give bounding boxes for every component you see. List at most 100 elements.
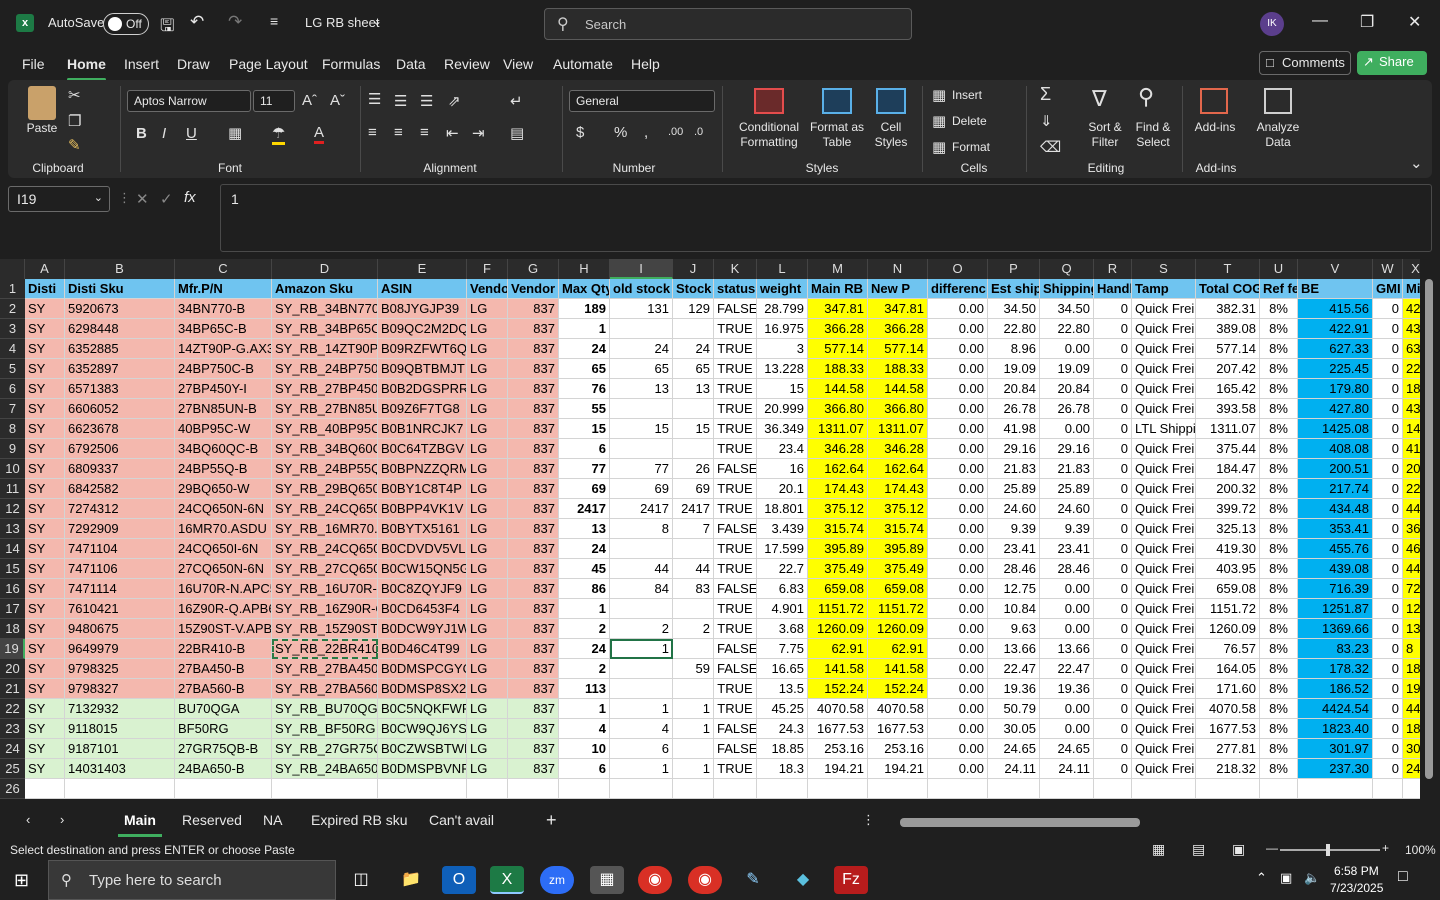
cell-b24[interactable]: 9187101 xyxy=(65,739,175,759)
cell-o20[interactable]: 0.00 xyxy=(928,659,988,679)
cell-o9[interactable]: 0.00 xyxy=(928,439,988,459)
cell-x2[interactable]: 42 xyxy=(1403,299,1420,319)
cell-s19[interactable]: Quick Frei xyxy=(1132,639,1196,659)
cell-s6[interactable]: Quick Frei xyxy=(1132,379,1196,399)
cell-x4[interactable]: 63 xyxy=(1403,339,1420,359)
cell-x6[interactable]: 18 xyxy=(1403,379,1420,399)
cell-d16[interactable]: SY_RB_16U70R-N xyxy=(272,579,378,599)
cell-q1[interactable]: Shipping xyxy=(1040,279,1094,299)
cell-u11[interactable]: 8% xyxy=(1260,479,1298,499)
row-header-4[interactable]: 4 xyxy=(0,339,25,359)
cell-o12[interactable]: 0.00 xyxy=(928,499,988,519)
cell-c6[interactable]: 27BP450Y-I xyxy=(175,379,272,399)
cell-k7[interactable]: TRUE xyxy=(714,399,757,419)
cell-x12[interactable]: 44 xyxy=(1403,499,1420,519)
cell-l16[interactable]: 6.83 xyxy=(757,579,808,599)
cell-k6[interactable]: TRUE xyxy=(714,379,757,399)
orientation-icon[interactable]: ⇗ xyxy=(448,92,461,110)
cell-l24[interactable]: 18.85 xyxy=(757,739,808,759)
format-cells-icon[interactable]: ▦ xyxy=(932,138,946,156)
cell-l12[interactable]: 18.801 xyxy=(757,499,808,519)
fill-icon[interactable]: ⇓ xyxy=(1040,112,1053,130)
document-title[interactable]: LG RB sheet xyxy=(305,15,379,30)
cell-t12[interactable]: 399.72 xyxy=(1196,499,1260,519)
menu-formulas[interactable]: Formulas xyxy=(322,56,380,72)
cell-j3[interactable] xyxy=(673,319,714,339)
cell-r16[interactable]: 0 xyxy=(1094,579,1132,599)
cell-n14[interactable]: 395.89 xyxy=(868,539,928,559)
row-header-14[interactable]: 14 xyxy=(0,539,25,559)
number-format-dropdown[interactable]: General xyxy=(569,90,715,112)
cell-g9[interactable]: 837 xyxy=(508,439,559,459)
column-header-r[interactable]: R xyxy=(1094,259,1132,279)
cell-l20[interactable]: 16.65 xyxy=(757,659,808,679)
cell-r5[interactable]: 0 xyxy=(1094,359,1132,379)
cell-q15[interactable]: 28.46 xyxy=(1040,559,1094,579)
cell-f5[interactable]: LG xyxy=(467,359,508,379)
cell-r11[interactable]: 0 xyxy=(1094,479,1132,499)
cell-a15[interactable]: SY xyxy=(25,559,65,579)
cell-styles-button[interactable]: Cell Styles xyxy=(866,120,916,150)
cell-k19[interactable]: FALSE xyxy=(714,639,757,659)
cell-w26[interactable] xyxy=(1373,779,1403,799)
cell-f14[interactable]: LG xyxy=(467,539,508,559)
cell-w11[interactable]: 0 xyxy=(1373,479,1403,499)
conditional-formatting-icon[interactable] xyxy=(754,88,784,114)
confirm-entry-icon[interactable]: ✓ xyxy=(160,190,173,208)
cell-n19[interactable]: 62.91 xyxy=(868,639,928,659)
cell-v4[interactable]: 627.33 xyxy=(1298,339,1373,359)
notes-app-icon[interactable]: ✎ xyxy=(736,866,770,894)
cell-c5[interactable]: 24BP750C-B xyxy=(175,359,272,379)
cell-b12[interactable]: 7274312 xyxy=(65,499,175,519)
cell-a24[interactable]: SY xyxy=(25,739,65,759)
add-ins-icon[interactable] xyxy=(1200,88,1228,114)
cell-j7[interactable] xyxy=(673,399,714,419)
select-all-corner[interactable] xyxy=(0,259,25,279)
cell-s21[interactable]: Quick Frei xyxy=(1132,679,1196,699)
cell-x10[interactable]: 20 xyxy=(1403,459,1420,479)
cell-p13[interactable]: 9.39 xyxy=(988,519,1040,539)
cell-i8[interactable]: 15 xyxy=(610,419,673,439)
cell-w16[interactable]: 0 xyxy=(1373,579,1403,599)
remote-app-icon[interactable]: ◆ xyxy=(786,866,820,894)
cell-styles-icon[interactable] xyxy=(876,88,906,114)
cell-i18[interactable]: 2 xyxy=(610,619,673,639)
decrease-indent-icon[interactable]: ⇤ xyxy=(446,124,459,142)
cell-a1[interactable]: Disti xyxy=(25,279,65,299)
cell-i6[interactable]: 13 xyxy=(610,379,673,399)
cell-u7[interactable]: 8% xyxy=(1260,399,1298,419)
row-header-2[interactable]: 2 xyxy=(0,299,25,319)
copy-icon[interactable]: ❐ xyxy=(68,112,81,130)
cell-u9[interactable]: 8% xyxy=(1260,439,1298,459)
cell-v19[interactable]: 83.23 xyxy=(1298,639,1373,659)
cell-a3[interactable]: SY xyxy=(25,319,65,339)
cell-c25[interactable]: 24BA650-B xyxy=(175,759,272,779)
menu-help[interactable]: Help xyxy=(631,56,660,72)
cell-p9[interactable]: 29.16 xyxy=(988,439,1040,459)
tab-next-icon[interactable]: › xyxy=(60,812,64,827)
cell-q17[interactable]: 0.00 xyxy=(1040,599,1094,619)
cell-c18[interactable]: 15Z90ST-V.APB6 xyxy=(175,619,272,639)
cell-p10[interactable]: 21.83 xyxy=(988,459,1040,479)
cell-t24[interactable]: 277.81 xyxy=(1196,739,1260,759)
cell-c22[interactable]: BU70QGA xyxy=(175,699,272,719)
cell-s3[interactable]: Quick Frei xyxy=(1132,319,1196,339)
cell-k9[interactable]: TRUE xyxy=(714,439,757,459)
save-icon[interactable]: 🖫 xyxy=(160,13,174,42)
align-top-icon[interactable]: ☰ xyxy=(368,90,381,108)
cell-q26[interactable] xyxy=(1040,779,1094,799)
cell-h26[interactable] xyxy=(559,779,610,799)
cell-e3[interactable]: B09QC2M2DQ xyxy=(378,319,467,339)
cell-l18[interactable]: 3.68 xyxy=(757,619,808,639)
row-header-1[interactable]: 1 xyxy=(0,279,25,299)
column-header-g[interactable]: G xyxy=(508,259,559,279)
cell-v7[interactable]: 427.80 xyxy=(1298,399,1373,419)
cell-k25[interactable]: TRUE xyxy=(714,759,757,779)
cell-b26[interactable] xyxy=(65,779,175,799)
cell-n5[interactable]: 188.33 xyxy=(868,359,928,379)
cell-v3[interactable]: 422.91 xyxy=(1298,319,1373,339)
cell-b18[interactable]: 9480675 xyxy=(65,619,175,639)
cell-r7[interactable]: 0 xyxy=(1094,399,1132,419)
cell-a21[interactable]: SY xyxy=(25,679,65,699)
insert-function-icon[interactable]: fx xyxy=(184,189,196,206)
